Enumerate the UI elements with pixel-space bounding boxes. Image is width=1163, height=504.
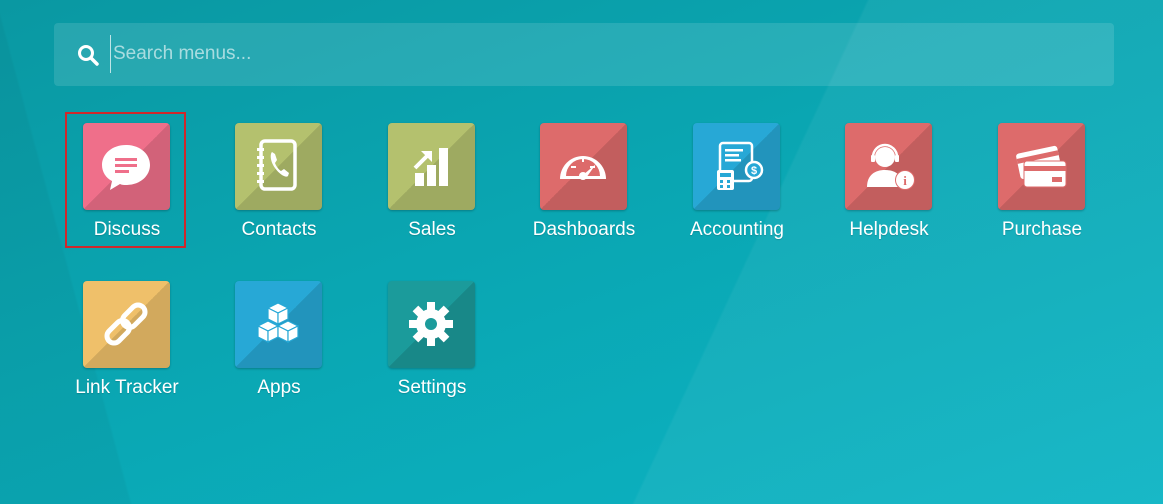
svg-text:i: i: [903, 173, 907, 188]
search-icon: [76, 43, 100, 67]
app-apps[interactable]: Apps: [209, 281, 349, 411]
app-purchase[interactable]: Purchase: [972, 123, 1112, 253]
app-accounting[interactable]: $ Accounting: [667, 123, 807, 253]
app-link-tracker[interactable]: Link Tracker: [57, 281, 197, 411]
svg-text:$: $: [751, 165, 757, 177]
app-helpdesk[interactable]: i Helpdesk: [819, 123, 959, 253]
gear-icon: [388, 281, 475, 368]
calculator-invoice-icon: $: [693, 123, 780, 210]
app-dashboards[interactable]: Dashboards: [514, 123, 654, 253]
chain-link-icon: [83, 281, 170, 368]
credit-card-icon: [998, 123, 1085, 210]
support-agent-icon: i: [845, 123, 932, 210]
sales-chart-icon: [388, 123, 475, 210]
app-label: Purchase: [1001, 219, 1083, 240]
app-settings[interactable]: Settings: [362, 281, 502, 411]
app-discuss[interactable]: Discuss: [57, 123, 197, 253]
app-sales[interactable]: Sales: [362, 123, 502, 253]
speedometer-icon: [540, 123, 627, 210]
search-bar: [54, 23, 1114, 86]
address-book-icon: [235, 123, 322, 210]
chat-bubble-icon: [83, 123, 170, 210]
app-contacts[interactable]: Contacts: [209, 123, 349, 253]
app-label: Settings: [397, 377, 467, 398]
cubes-icon: [235, 281, 322, 368]
search-input[interactable]: [110, 35, 1093, 73]
